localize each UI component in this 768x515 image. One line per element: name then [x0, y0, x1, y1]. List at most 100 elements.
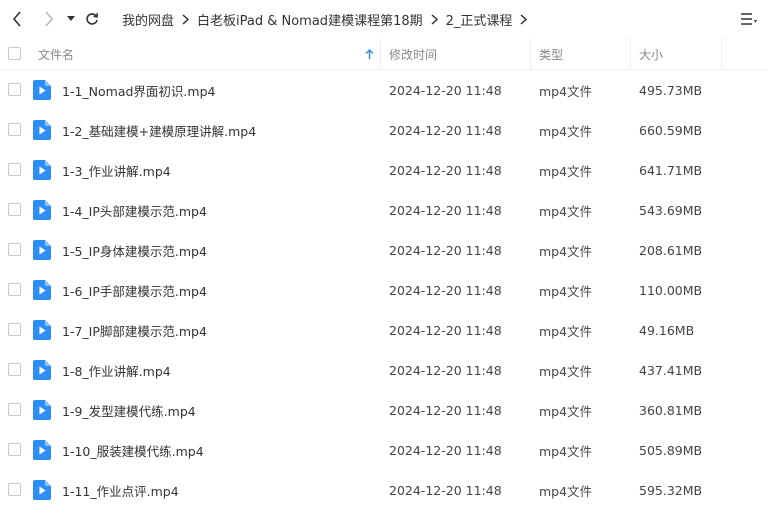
arrow-up-icon[interactable]: [365, 38, 374, 70]
video-file-icon: [33, 240, 51, 260]
refresh-button[interactable]: [83, 9, 101, 29]
breadcrumb-separator-icon: [520, 13, 528, 25]
header-size[interactable]: 大小: [639, 38, 663, 70]
modified-time: 2024-12-20 11:48: [389, 362, 502, 378]
breadcrumb-item-current[interactable]: 2_正式课程: [446, 10, 513, 29]
column-divider[interactable]: [530, 38, 531, 70]
file-name[interactable]: 1-11_作业点评.mp4: [62, 470, 179, 510]
modified-time: 2024-12-20 11:48: [389, 242, 502, 258]
table-row[interactable]: 1-8_作业讲解.mp4 2024-12-20 11:48 mp4文件 437.…: [0, 350, 768, 390]
file-type: mp4文件: [539, 123, 593, 139]
row-checkbox[interactable]: [8, 243, 21, 256]
table-row[interactable]: 1-2_基础建模+建模原理讲解.mp4 2024-12-20 11:48 mp4…: [0, 110, 768, 150]
file-name[interactable]: 1-5_IP身体建模示范.mp4: [62, 230, 207, 270]
file-size: 360.81MB: [639, 402, 703, 418]
video-file-icon: [33, 480, 51, 500]
modified-time: 2024-12-20 11:48: [389, 322, 502, 338]
file-type: mp4文件: [539, 163, 593, 179]
select-all-checkbox[interactable]: [8, 47, 21, 60]
list-view-icon: [741, 13, 757, 25]
file-size: 543.69MB: [639, 202, 703, 218]
row-checkbox[interactable]: [8, 283, 21, 296]
file-size: 495.73MB: [639, 82, 703, 98]
history-dropdown-button[interactable]: [64, 9, 78, 29]
file-name[interactable]: 1-7_IP脚部建模示范.mp4: [62, 310, 207, 350]
breadcrumb-separator-icon: [431, 13, 438, 25]
video-file-icon: [33, 400, 51, 420]
file-name[interactable]: 1-10_服装建模代练.mp4: [62, 430, 204, 470]
back-button[interactable]: [8, 9, 26, 29]
view-options-button[interactable]: [740, 10, 758, 28]
file-size: 437.41MB: [639, 362, 703, 378]
table-row[interactable]: 1-10_服装建模代练.mp4 2024-12-20 11:48 mp4文件 5…: [0, 430, 768, 470]
file-name[interactable]: 1-6_IP手部建模示范.mp4: [62, 270, 207, 310]
file-type: mp4文件: [539, 323, 593, 339]
modified-time: 2024-12-20 11:48: [389, 282, 502, 298]
breadcrumb-separator-icon: [182, 13, 190, 25]
table-row[interactable]: 1-5_IP身体建模示范.mp4 2024-12-20 11:48 mp4文件 …: [0, 230, 768, 270]
file-name[interactable]: 1-8_作业讲解.mp4: [62, 350, 171, 390]
row-checkbox[interactable]: [8, 363, 21, 376]
table-row[interactable]: 1-9_发型建模代练.mp4 2024-12-20 11:48 mp4文件 36…: [0, 390, 768, 430]
table-row[interactable]: 1-3_作业讲解.mp4 2024-12-20 11:48 mp4文件 641.…: [0, 150, 768, 190]
file-type: mp4文件: [539, 83, 593, 99]
video-file-icon: [33, 320, 51, 340]
modified-time: 2024-12-20 11:48: [389, 202, 502, 218]
modified-time: 2024-12-20 11:48: [389, 402, 502, 418]
file-type: mp4文件: [539, 403, 593, 419]
video-file-icon: [33, 160, 51, 180]
video-file-icon: [33, 200, 51, 220]
row-checkbox[interactable]: [8, 483, 21, 496]
file-type: mp4文件: [539, 483, 593, 499]
table-row[interactable]: 1-4_IP头部建模示范.mp4 2024-12-20 11:48 mp4文件 …: [0, 190, 768, 230]
header-type[interactable]: 类型: [539, 38, 563, 70]
row-checkbox[interactable]: [8, 123, 21, 136]
column-divider[interactable]: [380, 38, 381, 70]
table-row[interactable]: 1-6_IP手部建模示范.mp4 2024-12-20 11:48 mp4文件 …: [0, 270, 768, 310]
file-name[interactable]: 1-4_IP头部建模示范.mp4: [62, 190, 207, 230]
row-checkbox[interactable]: [8, 163, 21, 176]
forward-button[interactable]: [40, 9, 58, 29]
toolbar: 我的网盘 白老板iPad & Nomad建模课程第18期 2_正式课程: [0, 0, 768, 38]
modified-time: 2024-12-20 11:48: [389, 122, 502, 138]
file-name[interactable]: 1-9_发型建模代练.mp4: [62, 390, 196, 430]
row-checkbox[interactable]: [8, 83, 21, 96]
chevron-left-icon: [12, 11, 21, 27]
breadcrumb-item-root[interactable]: 我的网盘: [122, 10, 174, 29]
column-divider[interactable]: [721, 38, 722, 70]
table-row[interactable]: 1-11_作业点评.mp4 2024-12-20 11:48 mp4文件 595…: [0, 470, 768, 510]
file-type: mp4文件: [539, 443, 593, 459]
caret-down-icon: [67, 16, 75, 21]
chevron-right-icon: [45, 11, 54, 27]
file-size: 49.16MB: [639, 322, 695, 338]
table-row[interactable]: 1-1_Nomad界面初识.mp4 2024-12-20 11:48 mp4文件…: [0, 70, 768, 110]
file-size: 505.89MB: [639, 442, 703, 458]
video-file-icon: [33, 440, 51, 460]
modified-time: 2024-12-20 11:48: [389, 442, 502, 458]
breadcrumb: 我的网盘 白老板iPad & Nomad建模课程第18期 2_正式课程: [122, 9, 535, 29]
header-name[interactable]: 文件名: [38, 38, 74, 70]
row-checkbox[interactable]: [8, 203, 21, 216]
file-size: 641.71MB: [639, 162, 703, 178]
header-modified[interactable]: 修改时间: [389, 38, 437, 70]
row-checkbox[interactable]: [8, 403, 21, 416]
modified-time: 2024-12-20 11:48: [389, 482, 502, 498]
table-row[interactable]: 1-7_IP脚部建模示范.mp4 2024-12-20 11:48 mp4文件 …: [0, 310, 768, 350]
modified-time: 2024-12-20 11:48: [389, 162, 502, 178]
file-size: 208.61MB: [639, 242, 703, 258]
modified-time: 2024-12-20 11:48: [389, 82, 502, 98]
video-file-icon: [33, 80, 51, 100]
video-file-icon: [33, 360, 51, 380]
file-name[interactable]: 1-2_基础建模+建模原理讲解.mp4: [62, 110, 256, 150]
file-name[interactable]: 1-1_Nomad界面初识.mp4: [62, 70, 215, 110]
row-checkbox[interactable]: [8, 443, 21, 456]
video-file-icon: [33, 120, 51, 140]
file-type: mp4文件: [539, 283, 593, 299]
file-size: 660.59MB: [639, 122, 703, 138]
file-name[interactable]: 1-3_作业讲解.mp4: [62, 150, 171, 190]
breadcrumb-item-course[interactable]: 白老板iPad & Nomad建模课程第18期: [197, 10, 423, 29]
video-file-icon: [33, 280, 51, 300]
file-type: mp4文件: [539, 363, 593, 379]
row-checkbox[interactable]: [8, 323, 21, 336]
column-divider[interactable]: [630, 38, 631, 70]
